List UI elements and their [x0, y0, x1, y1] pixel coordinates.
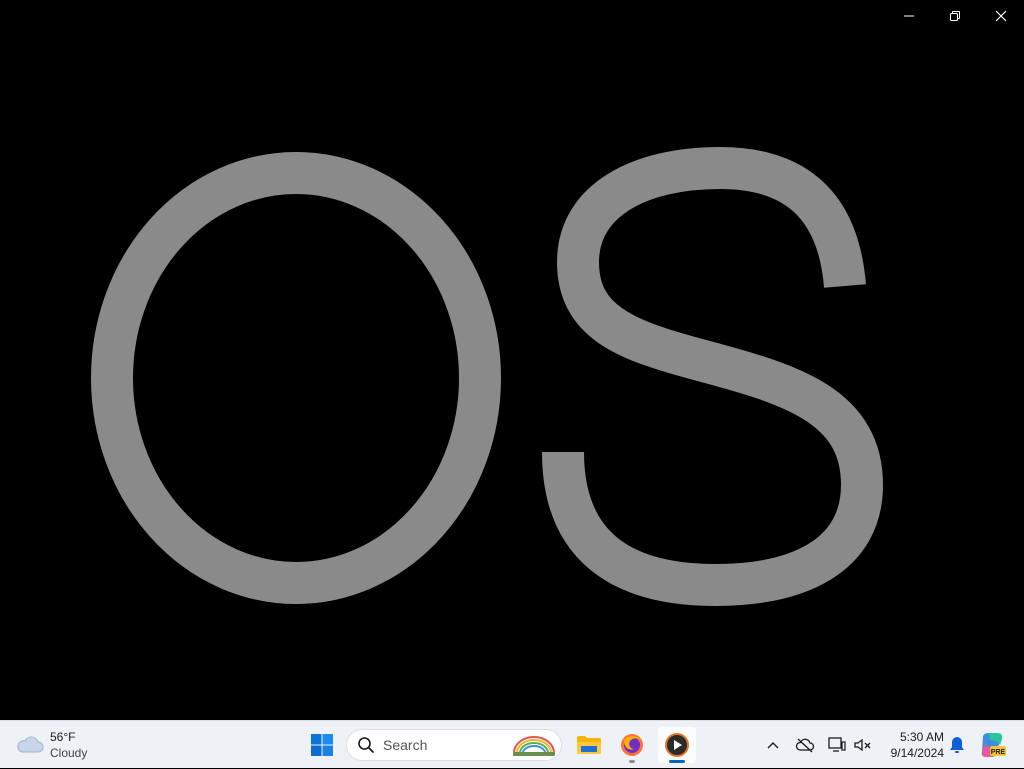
copilot-badge: PRE: [991, 749, 1006, 756]
close-icon: [995, 10, 1007, 22]
search-icon: [358, 737, 374, 753]
display-icon: [828, 737, 846, 752]
network-button[interactable]: [824, 732, 850, 758]
taskbar: 56°F Cloudy Search 5:30 AM 9/14/2024 PRE: [0, 720, 1024, 768]
firefox-icon: [621, 734, 643, 756]
notification-button[interactable]: [946, 733, 968, 757]
letter-o: [91, 152, 501, 604]
clock[interactable]: 5:30 AM 9/14/2024: [878, 729, 944, 761]
running-indicator: [629, 760, 635, 763]
bell-icon: [950, 737, 964, 753]
restore-icon: [950, 11, 960, 21]
clock-time: 5:30 AM: [899, 730, 944, 744]
letter-s: [542, 146, 884, 607]
os-display-text: [0, 0, 1024, 720]
taskbar-app-file-explorer[interactable]: [570, 727, 608, 763]
minimize-button[interactable]: [886, 0, 932, 32]
taskbar-app-media-player[interactable]: [658, 727, 696, 763]
start-button[interactable]: [304, 727, 340, 763]
cloud-icon: [17, 736, 44, 753]
chevron-up-icon: [767, 742, 779, 749]
system-tray: [760, 721, 876, 769]
cloud-offline-icon: [795, 738, 815, 753]
weather-widget[interactable]: 56°F Cloudy: [14, 727, 87, 763]
copilot-icon: PRE: [981, 733, 1006, 757]
window-caption-buttons: [886, 0, 1024, 32]
taskbar-app-firefox[interactable]: [613, 727, 651, 763]
close-button[interactable]: [978, 0, 1024, 32]
restore-button[interactable]: [932, 0, 978, 32]
volume-button[interactable]: [850, 732, 876, 758]
minimize-icon: [904, 15, 914, 17]
speaker-muted-icon: [854, 738, 871, 752]
search-input[interactable]: Search: [346, 729, 562, 761]
weather-temperature: 56°F: [50, 730, 76, 744]
windows-start-icon: [311, 734, 333, 756]
search-placeholder: Search: [383, 737, 428, 753]
clock-date: 9/14/2024: [890, 746, 944, 760]
app-window: [0, 0, 1024, 720]
copilot-button[interactable]: PRE: [978, 731, 1006, 759]
show-hidden-icons-button[interactable]: [760, 732, 786, 758]
weather-condition: Cloudy: [50, 746, 88, 760]
active-indicator: [669, 760, 685, 763]
folder-icon: [577, 736, 601, 754]
onedrive-button[interactable]: [792, 732, 818, 758]
media-player-icon: [665, 733, 689, 757]
search-highlight-icon: [513, 736, 555, 756]
